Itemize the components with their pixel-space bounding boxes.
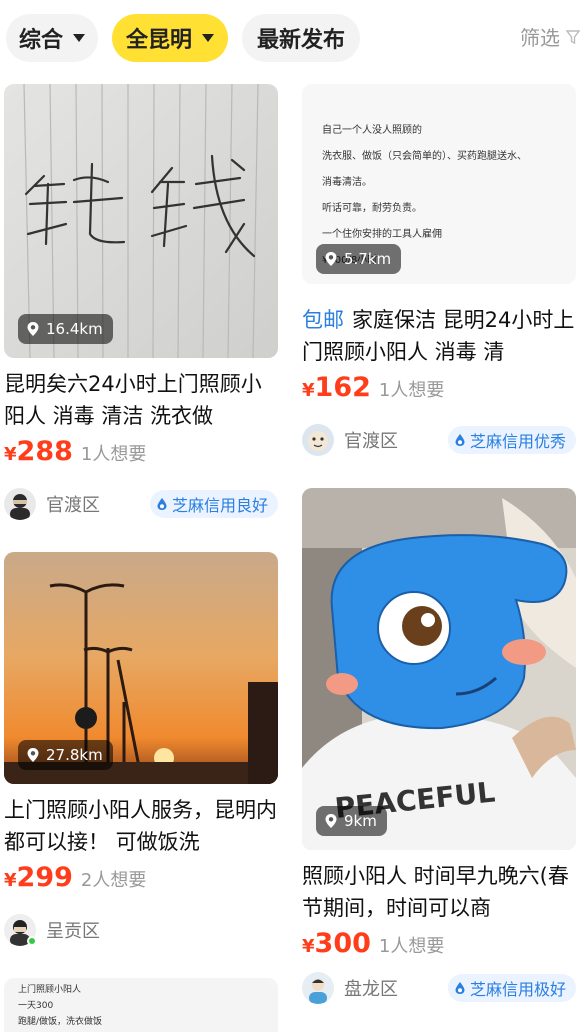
currency-symbol: ¥ [4, 444, 17, 465]
price-row: ¥ 162 1人想要 [302, 372, 576, 412]
distance-label: 9km [344, 812, 377, 830]
distance-badge: 9km [316, 806, 387, 836]
avatar[interactable] [4, 914, 37, 946]
listing-title[interactable]: 上门照顾小阳人服务，昆明内都可以接！ 可做饭洗 [4, 794, 278, 858]
credit-label: 芝麻信用极好 [469, 980, 566, 999]
location-pin-icon [27, 322, 39, 336]
free-shipping-tag: 包邮 [302, 308, 344, 332]
seller-area: 呈贡区 [46, 921, 100, 942]
seller-area: 官渡区 [344, 431, 398, 452]
sesame-credit-icon [157, 498, 167, 510]
wants-count: 1人想要 [378, 380, 445, 401]
listing-image[interactable]: 27.8km [4, 552, 278, 784]
price: 299 [16, 862, 73, 893]
avatar-icon [302, 424, 334, 456]
listing-image[interactable]: 自己一个人没人照顾的 洗衣服、做饭（只会简单的）、买药跑腿送水、 消毒清洁。 听… [302, 84, 576, 284]
sort-label: 综合 [18, 28, 63, 53]
distance-badge: 5.7km [316, 244, 402, 274]
sesame-credit-icon [455, 434, 465, 446]
filter-label: 筛选 [520, 26, 560, 50]
avatar[interactable] [302, 972, 334, 1004]
latest-label: 最新发布 [256, 28, 345, 53]
price-row: ¥ 288 1人想要 [4, 436, 278, 476]
seller-row[interactable]: 官渡区 芝麻信用良好 [4, 488, 278, 520]
distance-badge: 16.4km [18, 314, 113, 344]
ad-text-line: 上门照顾小阳人 [18, 985, 82, 995]
avatar[interactable] [4, 488, 36, 520]
currency-symbol: ¥ [4, 870, 17, 891]
region-dropdown[interactable]: 全昆明 [112, 14, 228, 62]
sort-dropdown[interactable]: 综合 [6, 14, 98, 62]
avatar-icon [4, 488, 36, 520]
wants-count: 1人想要 [80, 444, 147, 465]
distance-label: 16.4km [46, 320, 103, 338]
listing-image[interactable]: 上门照顾小阳人 一天300 跑腿/做饭，洗衣做饭 [4, 978, 278, 1032]
ad-text-image: 上门照顾小阳人 一天300 跑腿/做饭，洗衣做饭 [18, 982, 102, 1030]
credit-badge: 芝麻信用良好 [149, 490, 278, 518]
chevron-down-icon [202, 34, 214, 42]
filter-button[interactable]: 筛选 [520, 22, 580, 51]
ad-text-line: 听话可靠，耐劳负责。 [322, 203, 422, 214]
location-pin-icon [325, 814, 337, 828]
listing-title[interactable]: 包邮 家庭保洁 昆明24小时上门照顾小阳人 消毒 清 [302, 304, 576, 368]
listing-card[interactable]: 27.8km 上门照顾小阳人服务，昆明内都可以接！ 可做饭洗 ¥ 299 2人想… [4, 552, 278, 946]
distance-label: 27.8km [46, 746, 103, 764]
listing-card[interactable]: PEACEFUL 9km 照顾小阳人 时间早九晚六(春节期间，时间可以商 ¥ 3… [302, 488, 576, 1004]
ad-text-line: 消毒清洁。 [322, 177, 372, 188]
location-pin-icon [325, 252, 337, 266]
ad-text-line: 一天300 [18, 1001, 54, 1011]
price: 162 [314, 372, 371, 403]
filter-funnel-icon [566, 29, 580, 44]
latest-tab[interactable]: 最新发布 [242, 14, 360, 62]
avatar[interactable] [302, 424, 334, 456]
listing-image[interactable]: PEACEFUL 9km [302, 488, 576, 850]
credit-badge: 芝麻信用极好 [447, 974, 576, 1002]
online-status-dot [27, 936, 37, 946]
credit-label: 芝麻信用优秀 [469, 432, 566, 451]
listing-image[interactable]: 16.4km [4, 84, 278, 358]
credit-badge: 芝麻信用优秀 [447, 426, 576, 454]
chevron-down-icon [73, 34, 85, 42]
ad-text-line: 自己一个人没人照顾的 [322, 125, 422, 136]
listing-card[interactable]: 自己一个人没人照顾的 洗衣服、做饭（只会简单的）、买药跑腿送水、 消毒清洁。 听… [302, 84, 576, 456]
car-selfie-image: PEACEFUL [302, 488, 576, 850]
listing-title[interactable]: 照顾小阳人 时间早九晚六(春节期间，时间可以商 [302, 860, 576, 924]
currency-symbol: ¥ [302, 380, 315, 401]
wants-count: 2人想要 [80, 870, 147, 891]
seller-row[interactable]: 盘龙区 芝麻信用极好 [302, 972, 576, 1004]
listing-card[interactable]: 16.4km 昆明矣六24小时上门照顾小阳人 消毒 清洁 洗衣做 ¥ 288 1… [4, 84, 278, 520]
price: 288 [16, 436, 73, 467]
seller-area: 盘龙区 [344, 979, 398, 1000]
listing-card[interactable]: 上门照顾小阳人 一天300 跑腿/做饭，洗衣做饭 [4, 978, 278, 1032]
avatar-icon [302, 972, 334, 1004]
seller-row[interactable]: 呈贡区 [4, 914, 278, 946]
distance-label: 5.7km [344, 250, 392, 268]
ad-text-line: 洗衣服、做饭（只会简单的）、买药跑腿送水、 [322, 151, 527, 162]
seller-row[interactable]: 官渡区 芝麻信用优秀 [302, 424, 576, 456]
credit-label: 芝麻信用良好 [171, 496, 268, 515]
currency-symbol: ¥ [302, 936, 315, 957]
price: 300 [314, 928, 371, 959]
region-label: 全昆明 [125, 28, 192, 53]
listing-title[interactable]: 昆明矣六24小时上门照顾小阳人 消毒 清洁 洗衣做 [4, 368, 278, 432]
distance-badge: 27.8km [18, 740, 113, 770]
sesame-credit-icon [455, 982, 465, 994]
ad-text-line: 跑腿/做饭，洗衣做饭 [18, 1017, 103, 1027]
filter-bar: 综合 全昆明 最新发布 筛选 [0, 0, 588, 76]
location-pin-icon [27, 748, 39, 762]
seller-area: 官渡区 [46, 495, 100, 516]
price-row: ¥ 300 1人想要 [302, 928, 576, 968]
price-row: ¥ 299 2人想要 [4, 862, 278, 902]
wants-count: 1人想要 [378, 936, 445, 957]
